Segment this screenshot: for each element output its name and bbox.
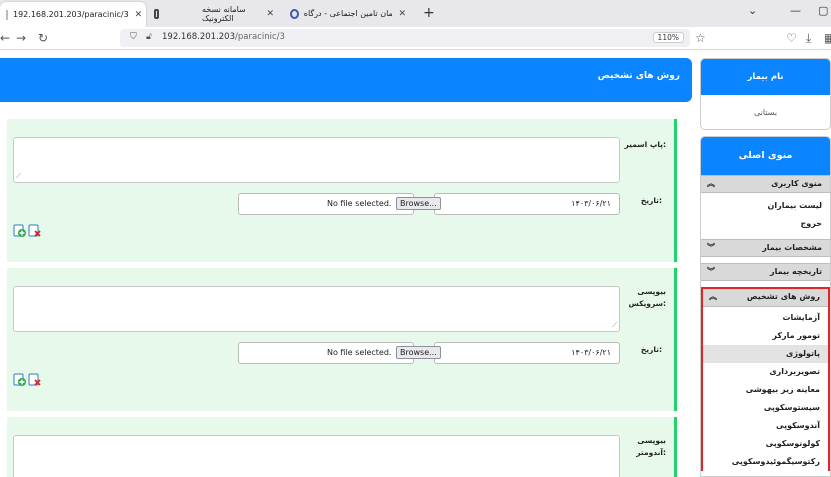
- row-actions: [13, 373, 43, 389]
- tab-label: 192.168.201.203/paracinic/3: [13, 10, 129, 19]
- menu-item-pathology[interactable]: پاتولوژی: [703, 345, 828, 363]
- tab-electronic-prescription[interactable]: سامانه نسخه الکترونیک ✕: [196, 0, 280, 27]
- tab-paracinic[interactable]: 192.168.201.203/paracinic/3 ✕: [0, 2, 146, 27]
- url-text[interactable]: 192.168.201.203/paracinic/3: [162, 32, 285, 42]
- file-input[interactable]: No file selected. Browse...: [238, 342, 441, 364]
- new-tab-icon[interactable]: +: [423, 5, 435, 21]
- page-title: روش های تشخیص: [597, 71, 680, 81]
- menu-group-diagnosis[interactable]: ︽ روش های تشخیص: [703, 289, 828, 307]
- file-input[interactable]: No file selected. Browse...: [238, 193, 441, 215]
- emblem-icon: [290, 8, 299, 19]
- tab-label: سازمان تامین اجتماعی - درگاه ...: [303, 9, 393, 18]
- row-actions: [13, 224, 43, 240]
- patient-card: نام بیمار بستانی: [700, 58, 831, 130]
- patient-header: نام بیمار: [701, 59, 830, 95]
- patient-name: بستانی: [753, 108, 778, 117]
- endometrium-biopsy-textarea[interactable]: [13, 435, 620, 477]
- menu-item-rectosigmoidoscopy[interactable]: رکتوسیگموئیدوسکوپی: [703, 453, 828, 471]
- favicon-icon: [6, 9, 8, 20]
- menu-group-patient-history[interactable]: ︾ تاریخچه بیمار: [701, 263, 830, 281]
- chevron-up-icon: ︽: [709, 292, 717, 301]
- date-label: تاریخ:: [640, 345, 662, 354]
- menu-item-tests[interactable]: آزمایشات: [703, 309, 828, 327]
- file-status: No file selected.: [327, 348, 392, 357]
- pap-smear-section: پاپ اسمیر: ⟋ تاریخ: ۱۴۰۳/۰۶/۲۱ No file s…: [7, 119, 677, 262]
- close-tab-icon[interactable]: ✕: [135, 10, 143, 20]
- menu-header: منوی اصلی: [701, 137, 830, 175]
- zoom-level[interactable]: 110%: [652, 32, 684, 43]
- menu-item-logout[interactable]: خروج: [701, 215, 830, 233]
- minimize-icon[interactable]: —: [790, 4, 801, 17]
- menu-group-patient-info[interactable]: ︾ مشخصات بیمار: [701, 239, 830, 257]
- browse-button[interactable]: Browse...: [396, 197, 441, 210]
- extensions-icon[interactable]: ▦: [824, 31, 831, 45]
- resize-grip-icon[interactable]: ⟋: [16, 172, 21, 181]
- pocket-icon[interactable]: ♡: [786, 31, 797, 45]
- close-tab-icon[interactable]: ✕: [398, 9, 406, 19]
- chevron-up-icon: ︽: [707, 179, 715, 188]
- field-label: بیوپسی سرویکس:: [628, 287, 666, 308]
- maximize-icon[interactable]: ▢: [818, 4, 828, 17]
- pap-smear-textarea[interactable]: ⟋: [13, 137, 620, 183]
- tab-label: سامانه نسخه الکترونیک: [202, 4, 246, 23]
- menu-item-patient-list[interactable]: لیست بیماران: [701, 197, 830, 215]
- close-tab-icon[interactable]: ✕: [266, 9, 274, 19]
- add-file-icon[interactable]: [13, 224, 27, 238]
- field-label: بیوپسی آندومتر:: [636, 436, 666, 457]
- grid-icon: [154, 8, 159, 19]
- file-status: No file selected.: [327, 199, 392, 208]
- forward-icon[interactable]: →: [16, 31, 26, 45]
- cervix-biopsy-textarea[interactable]: ⟋: [13, 286, 620, 332]
- address-bar[interactable]: ⛉ 🔓︎ 192.168.201.203/paracinic/3 110%: [120, 29, 690, 47]
- tab-pinned[interactable]: [150, 0, 168, 27]
- cervix-biopsy-section: بیوپسی سرویکس: ⟋ تاریخ: ۱۴۰۳/۰۶/۲۱ No fi…: [7, 268, 677, 411]
- menu-item-endoscopy[interactable]: آندوسکوپی: [703, 417, 828, 435]
- browser-nav-bar: ← → ↻ ⛉ 🔓︎ 192.168.201.203/paracinic/3 1…: [0, 27, 831, 50]
- menu-item-tumor-marker[interactable]: تومور مارکر: [703, 327, 828, 345]
- menu-group-diagnosis-highlight: ︽ روش های تشخیص آزمایشات تومور مارکر پات…: [701, 287, 830, 471]
- date-input[interactable]: ۱۴۰۳/۰۶/۲۱: [434, 342, 620, 364]
- chevron-down-icon: ︾: [707, 267, 715, 276]
- menu-item-cystoscopy[interactable]: سیستوسکوپی: [703, 399, 828, 417]
- tab-social-security[interactable]: سازمان تامین اجتماعی - درگاه ... ✕: [284, 0, 412, 27]
- resize-grip-icon[interactable]: ⟋: [612, 321, 617, 330]
- bookmark-star-icon[interactable]: ☆: [695, 31, 706, 45]
- back-icon[interactable]: ←: [0, 31, 10, 45]
- chevron-down-icon[interactable]: ⌄: [748, 4, 757, 17]
- chevron-down-icon: ︾: [707, 243, 715, 252]
- date-label: تاریخ:: [640, 196, 662, 205]
- menu-item-colonoscopy[interactable]: کولونوسکوپی: [703, 435, 828, 453]
- endometrium-biopsy-section: بیوپسی آندومتر:: [7, 417, 677, 477]
- page-header: روش های تشخیص: [0, 58, 692, 102]
- remove-file-icon[interactable]: [28, 224, 42, 238]
- reload-icon[interactable]: ↻: [38, 31, 48, 45]
- field-label: پاپ اسمیر:: [624, 140, 666, 149]
- download-icon[interactable]: ⤓: [806, 31, 811, 46]
- browse-button[interactable]: Browse...: [396, 346, 441, 359]
- shield-icon[interactable]: ⛉: [130, 32, 137, 42]
- add-file-icon[interactable]: [13, 373, 27, 387]
- browser-tab-bar: 192.168.201.203/paracinic/3 ✕ سامانه نسخ…: [0, 0, 831, 27]
- insecure-lock-icon[interactable]: 🔓︎: [146, 32, 152, 42]
- remove-file-icon[interactable]: [28, 373, 42, 387]
- menu-item-eua[interactable]: معاینه زیر بیهوشی: [703, 381, 828, 399]
- menu-group-user[interactable]: ︽ منوی کاربری: [701, 175, 830, 193]
- date-input[interactable]: ۱۴۰۳/۰۶/۲۱: [434, 193, 620, 215]
- menu-item-imaging[interactable]: تصویربرداری: [703, 363, 828, 381]
- main-menu: منوی اصلی ︽ منوی کاربری لیست بیماران خرو…: [700, 136, 831, 477]
